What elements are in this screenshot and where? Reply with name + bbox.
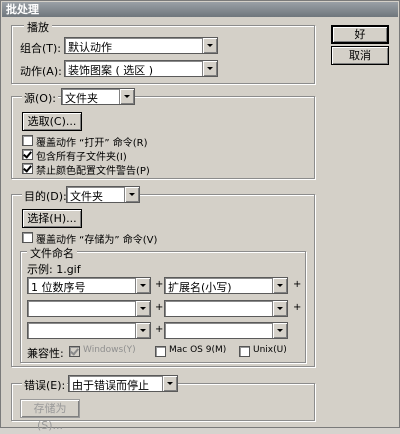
filename-field-1-value: 1 位数序号 [31,281,86,294]
filename-field-1[interactable]: 1 位数序号 [27,277,151,294]
source-select[interactable]: 文件夹 [61,88,135,105]
chevron-down-icon [272,278,287,293]
file-naming-example: 示例: 1.gif [27,263,81,276]
dialog-title: 批处理 [2,2,398,17]
action-label: 动作(A): [20,65,62,78]
source-select-value: 文件夹 [65,92,98,105]
chevron-down-icon [135,301,150,316]
destination-choose-button[interactable]: 选择(H)... [22,209,82,228]
filename-field-2[interactable]: 扩展名(小写) [164,277,288,294]
play-legend: 播放 [24,19,52,35]
include-subfolders-label: 包含所有子文件夹(I) [36,152,127,163]
chevron-down-icon [202,38,217,53]
chevron-down-icon [162,376,177,391]
destination-group: 目的(D): 文件夹 选择(H)... 覆盖动作 “存储为” 命令(V) 文件命… [11,186,315,367]
set-select[interactable]: 默认动作 [64,37,218,54]
plus-sign: + [155,279,164,290]
destination-label: 目的(D): [22,188,69,204]
destination-select[interactable]: 文件夹 [66,186,140,203]
plus-sign: + [293,279,302,290]
compatibility-label: 兼容性: [27,347,64,360]
save-as-button[interactable]: 存储为(S)... [20,399,80,432]
filename-field-2-value: 扩展名(小写) [168,281,232,294]
filename-field-4[interactable] [164,300,288,317]
chevron-down-icon [272,323,287,338]
suppress-color-label: 禁止颜色配置文件警告(P) [36,166,150,177]
chevron-down-icon [119,89,134,104]
source-label: 源(O): [22,90,58,106]
errors-select-value: 由于错误而停止 [72,379,149,392]
chevron-down-icon [272,301,287,316]
source-choose-button[interactable]: 选取(C)... [22,112,82,131]
filename-field-6[interactable] [164,322,288,339]
errors-select[interactable]: 由于错误而停止 [68,375,178,392]
errors-label: 错误(E): [22,377,68,393]
macos9-label: Mac OS 9(M) [169,345,227,355]
file-naming-legend: 文件命名 [27,245,77,261]
unix-checkbox[interactable] [239,346,250,357]
chevron-down-icon [135,323,150,338]
chevron-down-icon [202,61,217,76]
filename-field-5[interactable] [27,322,151,339]
windows-label: Windows(Y) [83,345,136,355]
batch-dialog: 批处理 播放 组合(T): 默认动作 动作(A): 装饰图案 ( 选区 ) 源(… [0,0,400,432]
windows-checkbox[interactable] [69,346,80,357]
include-subfolders-checkbox[interactable] [22,149,33,160]
override-open-label: 覆盖动作 “打开” 命令(R) [36,138,148,149]
macos9-checkbox[interactable] [155,346,166,357]
action-select-value: 装饰图案 ( 选区 ) [68,64,154,77]
errors-group: 错误(E): 由于错误而停止 存储为(S)... [11,375,315,432]
set-select-value: 默认动作 [68,41,112,54]
override-open-checkbox[interactable] [22,135,33,146]
override-save-label: 覆盖动作 “存储为” 命令(V) [36,235,158,246]
file-naming-group: 文件命名 示例: 1.gif 1 位数序号 + 扩展名(小写) + + + + … [20,245,306,363]
plus-sign: + [293,302,302,313]
set-label: 组合(T): [20,42,62,55]
override-save-checkbox[interactable] [22,232,33,243]
plus-sign: + [155,302,164,313]
unix-label: Unix(U) [253,345,287,355]
filename-field-3[interactable] [27,300,151,317]
source-group: 源(O): 文件夹 选取(C)... 覆盖动作 “打开” 命令(R) 包含所有子… [11,88,315,179]
action-select[interactable]: 装饰图案 ( 选区 ) [64,60,218,77]
play-group: 播放 组合(T): 默认动作 动作(A): 装饰图案 ( 选区 ) [11,19,315,84]
plus-sign: + [155,324,164,335]
chevron-down-icon [124,187,139,202]
ok-button[interactable]: 好 [331,25,389,44]
chevron-down-icon [135,278,150,293]
cancel-button[interactable]: 取消 [331,46,389,65]
destination-select-value: 文件夹 [70,190,103,203]
suppress-color-checkbox[interactable] [22,163,33,174]
